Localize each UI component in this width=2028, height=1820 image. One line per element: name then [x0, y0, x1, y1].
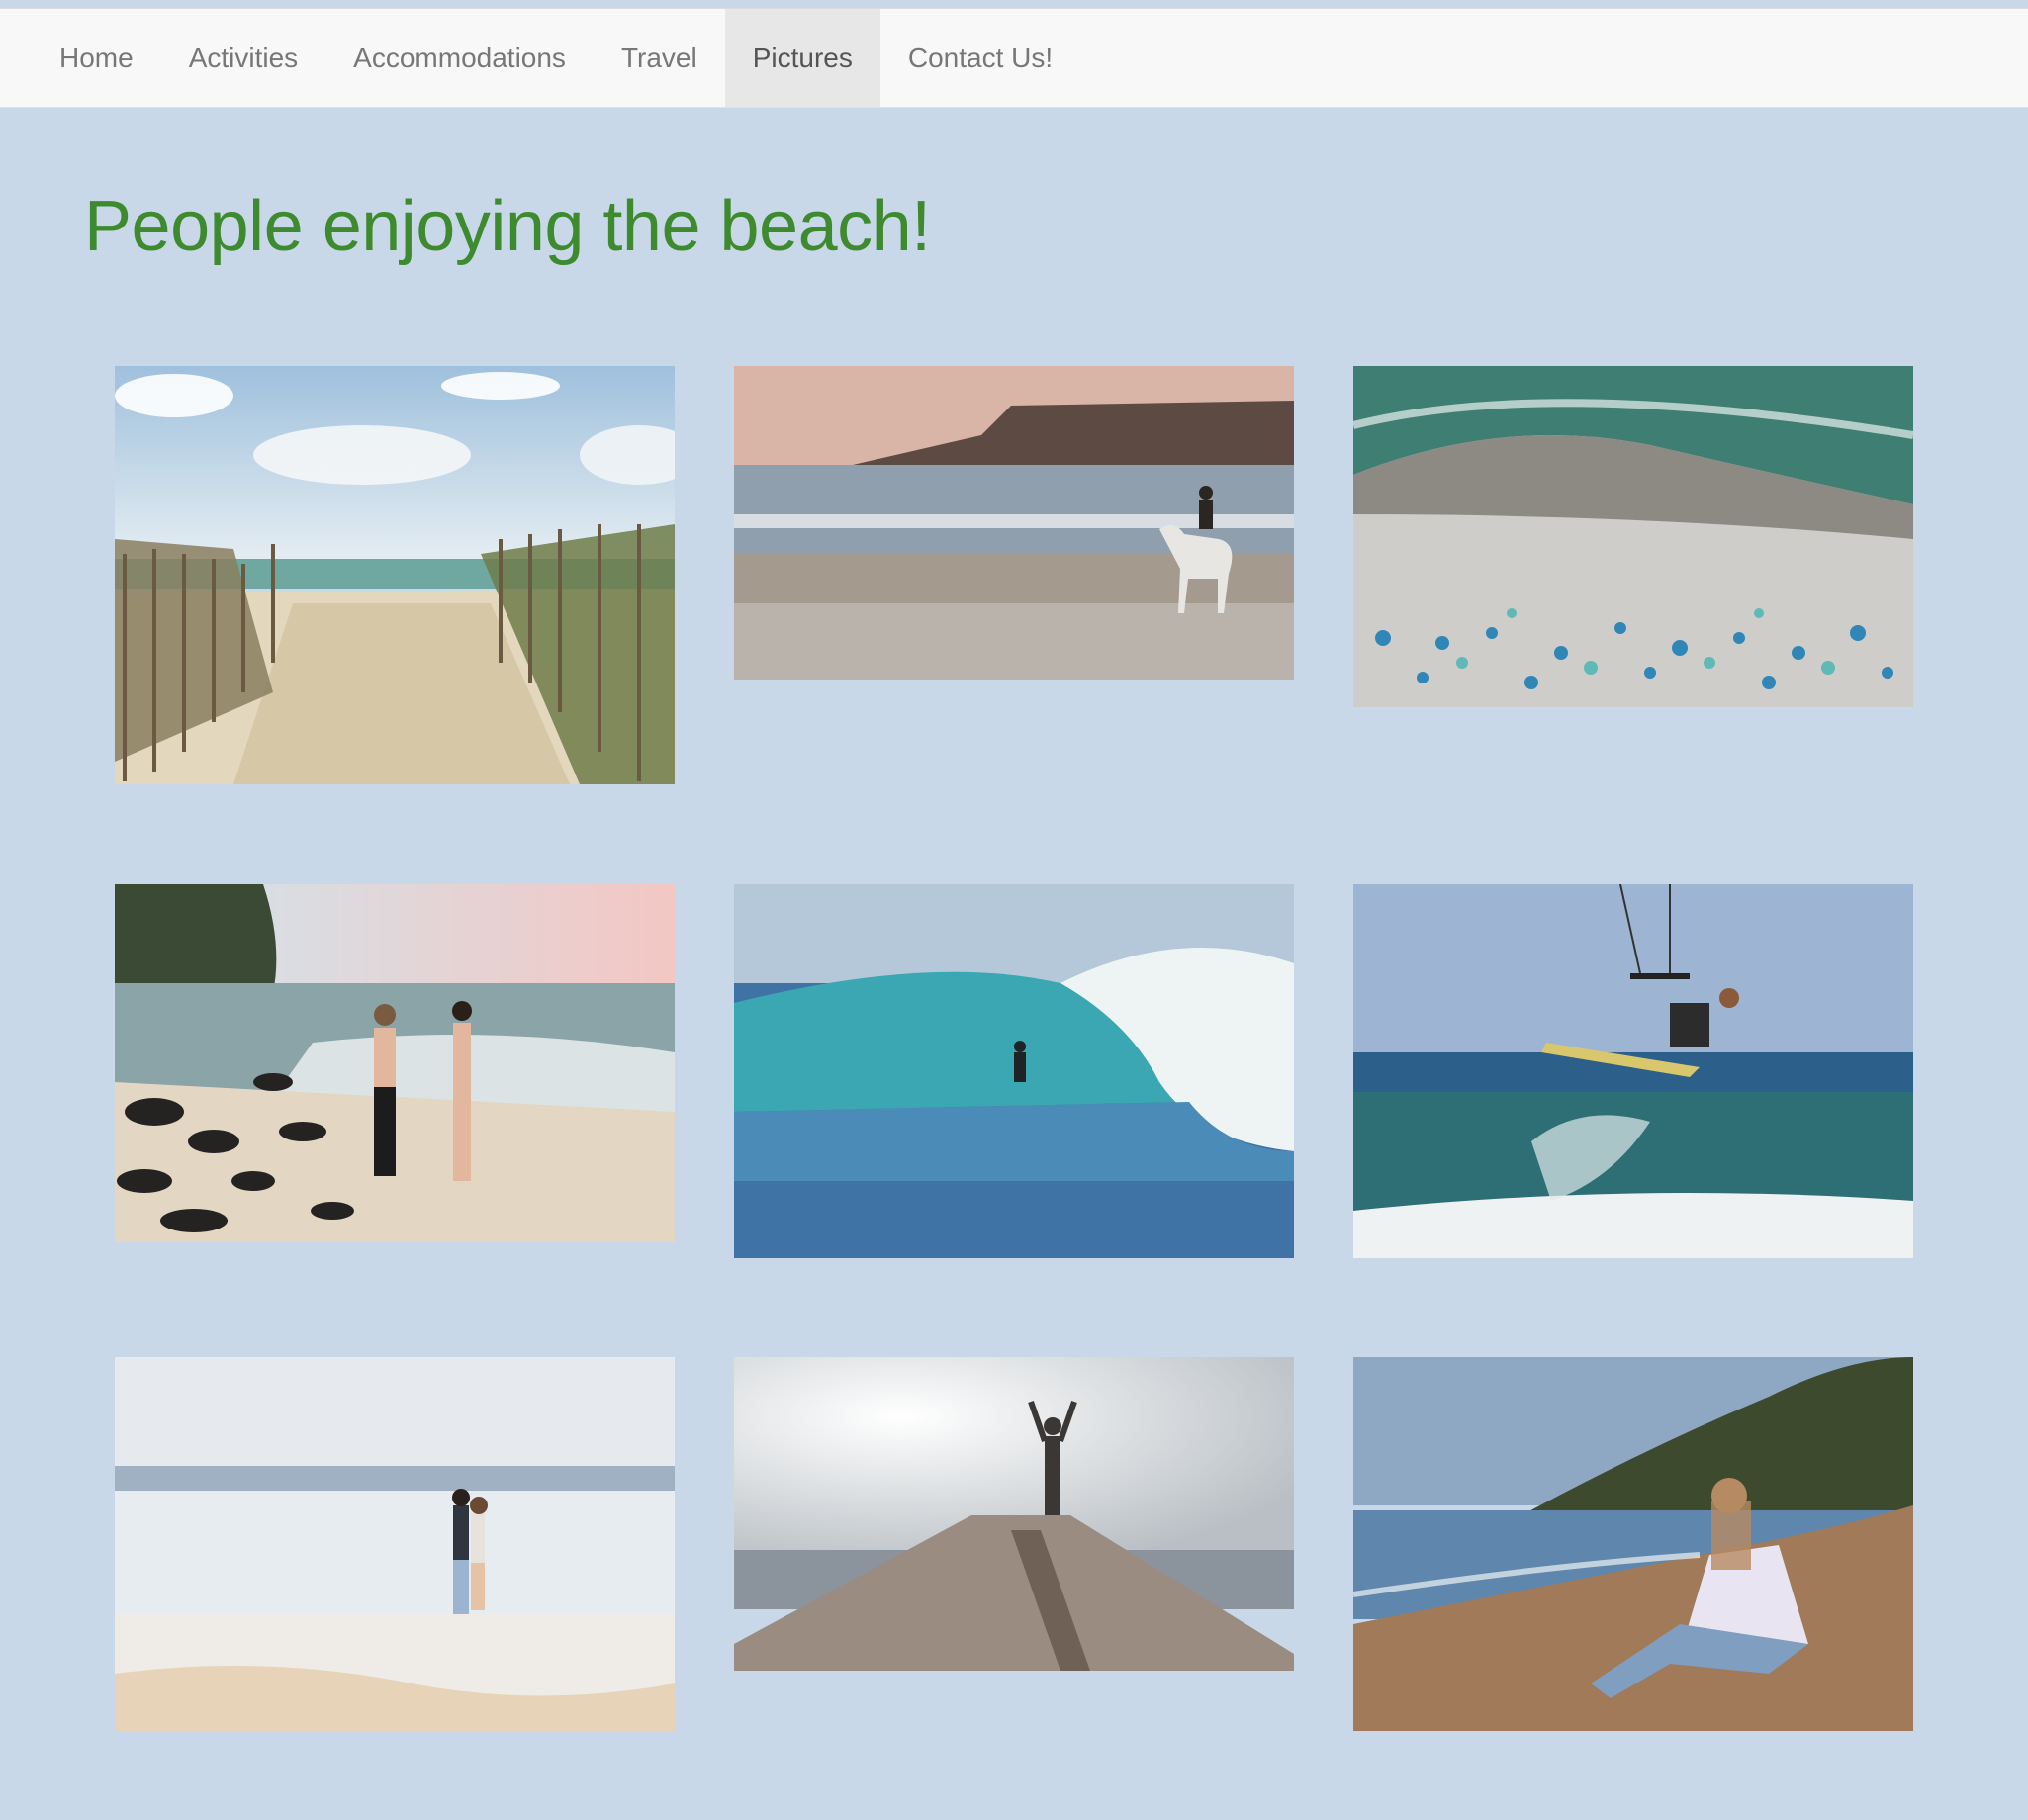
nav-item-pictures[interactable]: Pictures [724, 9, 880, 107]
kitesurfer-jump-photo[interactable] [1353, 884, 1913, 1258]
couple-embracing-shore-photo[interactable] [115, 1357, 675, 1731]
page-title: People enjoying the beach! [84, 187, 931, 266]
couple-walking-rocky-beach-photo[interactable] [115, 884, 675, 1242]
aerial-beach-umbrellas-photo[interactable] [1353, 366, 1913, 707]
nav-item-activities[interactable]: Activities [161, 9, 325, 107]
nav-item-accommodations[interactable]: Accommodations [325, 9, 594, 107]
nav-list: Home Activities Accommodations Travel Pi… [0, 9, 2028, 107]
nav-item-travel[interactable]: Travel [594, 9, 725, 107]
beach-path-fence-photo[interactable] [115, 366, 675, 784]
top-navbar: Home Activities Accommodations Travel Pi… [0, 8, 2028, 108]
horse-rider-beach-photo[interactable] [734, 366, 1294, 680]
woman-sitting-sand-photo[interactable] [1353, 1357, 1913, 1731]
yoga-pose-jetty-photo[interactable] [734, 1357, 1294, 1671]
surfer-barrel-wave-photo[interactable] [734, 884, 1294, 1258]
nav-item-home[interactable]: Home [32, 9, 161, 107]
nav-item-contact-us[interactable]: Contact Us! [880, 9, 1080, 107]
